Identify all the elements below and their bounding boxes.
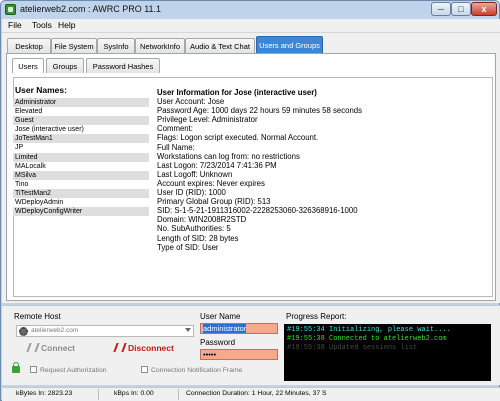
disconnect-label: Disconnect bbox=[128, 343, 174, 353]
kbps-in-status: kBps In: 0.00 bbox=[114, 390, 154, 397]
list-item[interactable]: JoTestMan1 bbox=[13, 134, 149, 144]
menu-bar: File Tools Help bbox=[2, 19, 500, 33]
info-line: SID: S-1-5-21-1911316002-2228253060-3263… bbox=[157, 206, 358, 216]
info-line: Account expires: Never expires bbox=[157, 178, 265, 188]
connection-duration-status: Connection Duration: 1 Hour, 22 Minutes,… bbox=[186, 390, 327, 397]
menu-help[interactable]: Help bbox=[58, 20, 75, 30]
remote-host-combo[interactable]: atelierweb2.com bbox=[16, 325, 194, 337]
remote-host-label: Remote Host bbox=[14, 312, 61, 321]
app-icon bbox=[5, 4, 16, 15]
user-info-title: User Information for Jose (interactive u… bbox=[157, 88, 317, 97]
info-line: Workstations can log from: no restrictio… bbox=[157, 151, 300, 161]
disconnect-button[interactable]: Disconnect bbox=[113, 343, 174, 353]
info-line: No. SubAuthorities: 5 bbox=[157, 224, 231, 234]
status-bar: kBytes In: 2823.23 kBps In: 0.00 Connect… bbox=[2, 387, 500, 401]
info-line: Password Age: 1000 days 22 hours 59 minu… bbox=[157, 106, 363, 116]
list-item[interactable]: Administrator bbox=[13, 98, 149, 108]
user-names-heading: User Names: bbox=[15, 85, 67, 95]
info-line: Full Name: bbox=[157, 142, 195, 152]
username-field[interactable]: administrator bbox=[200, 323, 278, 334]
info-line: Last Logon: 7/23/2014 7:41:36 PM bbox=[157, 160, 277, 170]
info-line: Last Logoff: Unknown bbox=[157, 169, 233, 179]
progress-report-label: Progress Report: bbox=[286, 312, 347, 321]
info-line: Comment: bbox=[157, 124, 193, 134]
maximize-icon: □ bbox=[458, 4, 464, 14]
request-authorization-label: Request Authorization bbox=[40, 367, 107, 374]
subtab-users[interactable]: Users bbox=[12, 58, 44, 73]
info-line: Domain: WIN2008R2STD bbox=[157, 215, 247, 225]
minimize-button[interactable]: ─ bbox=[431, 2, 451, 16]
list-item[interactable]: Jose (interactive user) bbox=[13, 125, 149, 135]
info-line: User ID (RID): 1000 bbox=[157, 188, 226, 198]
tab-networkinfo[interactable]: NetworkInfo bbox=[135, 38, 185, 53]
title-bar: atelierweb2.com : AWRC PRO 11.1 ─ □ x bbox=[1, 1, 499, 19]
request-authorization-checkbox[interactable]: Request Authorization bbox=[30, 366, 107, 374]
connection-notification-label: Connection Notification Frame bbox=[151, 367, 243, 374]
kbytes-in-status: kBytes In: 2823.23 bbox=[16, 390, 73, 397]
tab-users-and-groups[interactable]: Users and Groups bbox=[256, 36, 323, 53]
username-label: User Name bbox=[200, 312, 241, 321]
menu-file[interactable]: File bbox=[8, 20, 22, 30]
window-title: atelierweb2.com : AWRC PRO 11.1 bbox=[20, 4, 162, 14]
list-item[interactable]: JP bbox=[13, 143, 149, 153]
info-line: Flags: Logon script executed. Normal Acc… bbox=[157, 133, 319, 143]
app-window: atelierweb2.com : AWRC PRO 11.1 ─ □ x Fi… bbox=[0, 0, 500, 401]
connection-notification-checkbox[interactable]: Connection Notification Frame bbox=[141, 366, 242, 374]
subtab-password-hashes[interactable]: Password Hashes bbox=[86, 58, 160, 73]
checkbox-box[interactable] bbox=[141, 366, 148, 373]
menu-tools[interactable]: Tools bbox=[32, 20, 52, 30]
list-item[interactable]: TiTestMan2 bbox=[13, 188, 149, 199]
info-line: Type of SID: User bbox=[157, 242, 219, 252]
tab-audio-text-chat[interactable]: Audio & Text Chat bbox=[185, 38, 255, 53]
info-line: Privilege Level: Administrator bbox=[157, 115, 258, 125]
gear-icon bbox=[19, 327, 28, 336]
log-line: #19:55:38 Updated sessions list bbox=[287, 344, 418, 352]
close-button[interactable]: x bbox=[471, 2, 497, 16]
tab-sysinfo[interactable]: SysInfo bbox=[97, 38, 135, 53]
progress-report-log[interactable]: #19:55:34 Initializing, please wait.... … bbox=[284, 324, 491, 381]
connection-panel: Remote Host atelierweb2.com Connect Disc… bbox=[2, 305, 500, 385]
list-item[interactable]: Limited bbox=[13, 152, 149, 162]
list-item[interactable]: WDeployConfigWriter bbox=[13, 207, 149, 217]
connect-icon bbox=[26, 343, 40, 352]
checkbox-box[interactable] bbox=[30, 366, 37, 373]
connect-label: Connect bbox=[41, 343, 75, 353]
chevron-down-icon[interactable] bbox=[185, 328, 191, 332]
list-item[interactable]: Elevated bbox=[13, 107, 149, 117]
password-field[interactable]: ••••• bbox=[200, 349, 278, 360]
close-icon: x bbox=[481, 4, 487, 14]
minimize-icon: ─ bbox=[437, 4, 445, 14]
connect-button[interactable]: Connect bbox=[26, 343, 75, 353]
status-separator bbox=[178, 389, 179, 400]
tab-file-system[interactable]: File System bbox=[51, 38, 97, 53]
maximize-button[interactable]: □ bbox=[451, 2, 471, 16]
info-line: Primary Global Group (RID): 513 bbox=[157, 197, 271, 207]
lock-icon bbox=[12, 362, 20, 373]
username-value: administrator bbox=[203, 324, 247, 333]
user-list[interactable]: Administrator Elevated Guest Jose (inter… bbox=[13, 98, 149, 228]
info-line: Length of SID: 28 bytes bbox=[157, 233, 239, 243]
subtab-groups[interactable]: Groups bbox=[46, 58, 84, 73]
tab-desktop[interactable]: Desktop bbox=[7, 38, 51, 53]
info-line: User Account: Jose bbox=[157, 97, 225, 107]
disconnect-icon bbox=[113, 343, 127, 352]
remote-host-value: atelierweb2.com bbox=[31, 327, 79, 334]
password-label: Password bbox=[200, 338, 236, 347]
list-item[interactable]: Tino bbox=[13, 179, 149, 189]
status-separator bbox=[98, 389, 99, 400]
list-item[interactable]: MSilva bbox=[13, 170, 149, 180]
list-item[interactable]: MALocalk bbox=[13, 161, 149, 171]
log-line: #19:55:34 Initializing, please wait.... bbox=[287, 326, 451, 334]
user-info-box: User Information for Jose (interactive u… bbox=[157, 88, 477, 252]
list-item[interactable]: Guest bbox=[13, 116, 149, 126]
list-item[interactable]: WDeployAdmin bbox=[13, 198, 149, 208]
log-line: #19:55:38 Connected to atelierweb2.com bbox=[287, 335, 447, 343]
